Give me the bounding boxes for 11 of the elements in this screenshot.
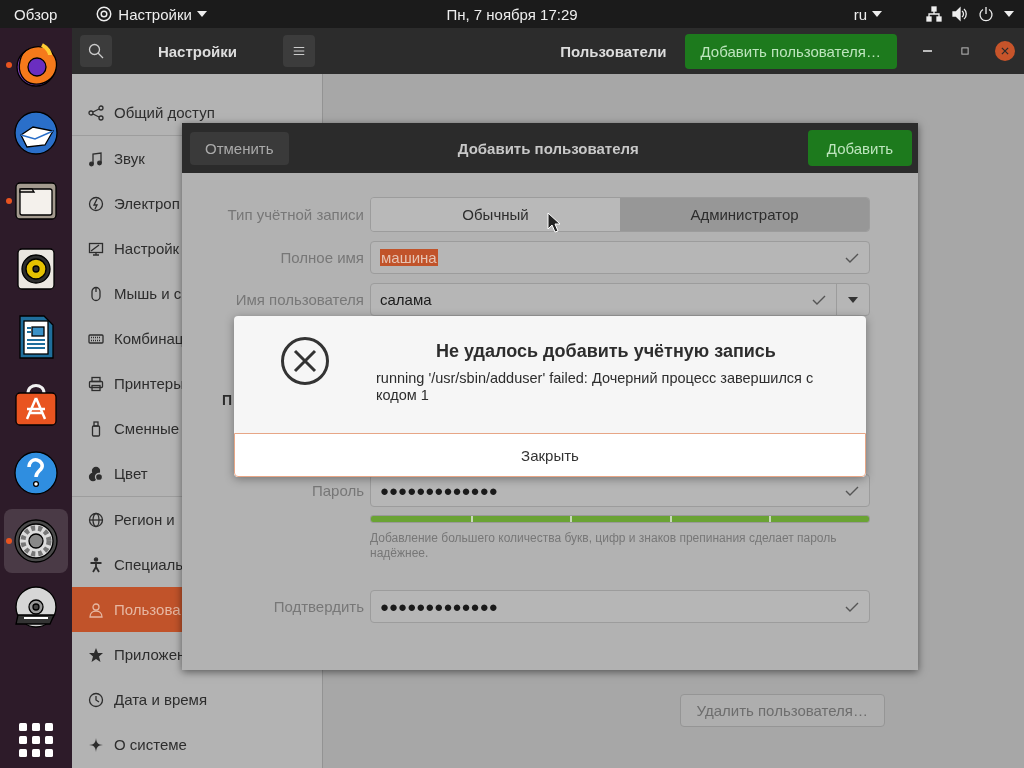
field-label: Пароль <box>310 482 364 499</box>
field-label: Полное имя <box>279 249 364 266</box>
section-heading: П <box>222 392 233 410</box>
error-message: running '/usr/sbin/adduser' failed: Дочерний процесс завершился с кодом 1 <box>376 370 815 404</box>
window-title: Настройки <box>156 42 239 60</box>
field-label: Подтвердить <box>272 598 364 615</box>
field-label: Тип учётной записи <box>226 206 364 223</box>
field-label: Имя пользователя <box>234 291 364 308</box>
page-title: Пользователи <box>560 42 667 60</box>
dialog-title: Добавить пользователя <box>456 139 640 157</box>
error-title: Не удалось добавить учётную запись <box>435 341 777 362</box>
